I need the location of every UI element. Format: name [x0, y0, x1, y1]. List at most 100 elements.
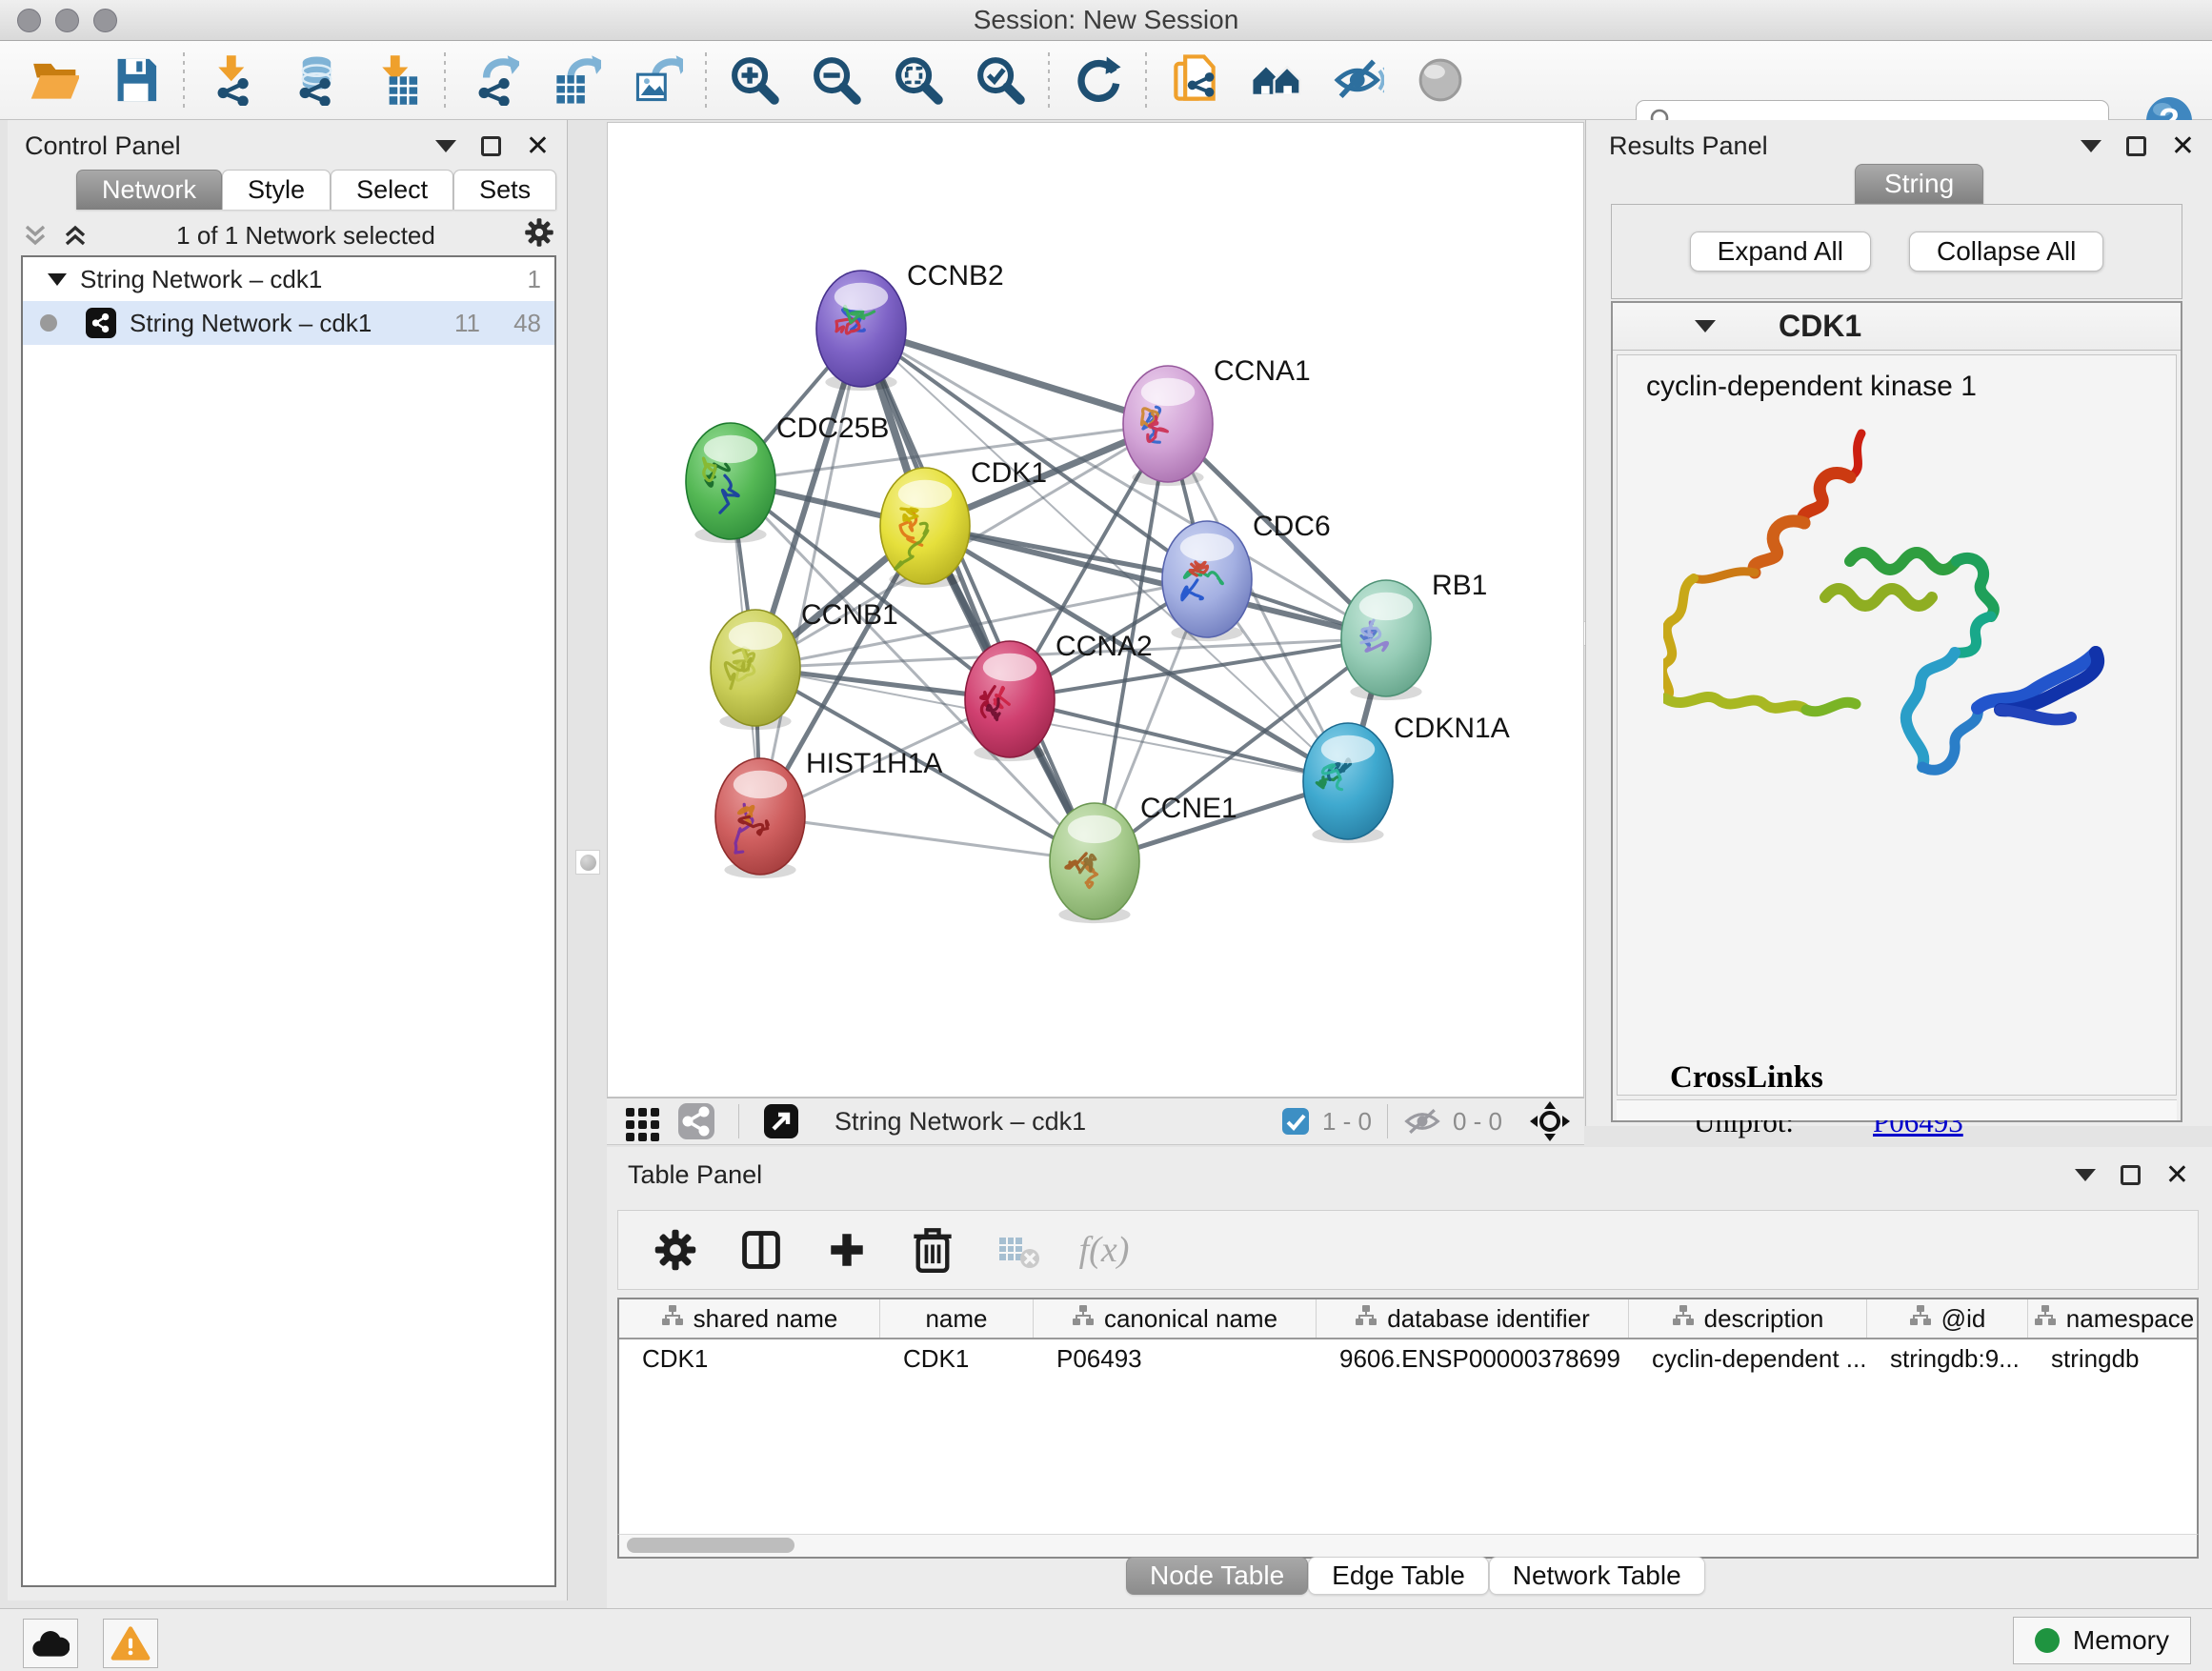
table-hscrollbar-thumb[interactable] [627, 1538, 794, 1553]
table-row[interactable]: CDK1CDK1P064939606.ENSP00000378699cyclin… [619, 1339, 2197, 1378]
table-hscrollbar[interactable] [617, 1534, 2199, 1559]
fit-content-icon[interactable] [1523, 1095, 1577, 1148]
edge-CCNB2-CCNA1[interactable] [861, 329, 1168, 424]
zoom-window-icon[interactable] [93, 9, 117, 32]
open-in-new-window-icon[interactable] [754, 1095, 808, 1148]
refresh-view-button[interactable] [1069, 51, 1126, 109]
grid-view-icon[interactable] [616, 1095, 670, 1148]
toolbar-separator [1048, 52, 1050, 108]
cell-shared-name[interactable]: CDK1 [619, 1339, 880, 1378]
tab-node-table[interactable]: Node Table [1126, 1557, 1308, 1595]
node-RB1[interactable]: RB1 [1341, 570, 1487, 700]
tab-network[interactable]: Network [76, 170, 222, 210]
node-HIST1H1A[interactable]: HIST1H1A [715, 748, 942, 878]
tab-select[interactable]: Select [331, 170, 453, 210]
column-header-name[interactable]: name [880, 1299, 1034, 1338]
table-menu-icon[interactable] [2075, 1169, 2096, 1181]
gene-section: CDK1 cyclin-dependent kinase 1 [1611, 301, 2182, 1122]
zoom-in-button[interactable] [726, 51, 783, 109]
import-database-button[interactable] [286, 51, 343, 109]
cell-namespace[interactable]: stringdb [2028, 1339, 2199, 1378]
network-row[interactable]: String Network – cdk1 11 48 [23, 301, 554, 345]
open-session-button[interactable] [25, 51, 82, 109]
tab-style[interactable]: Style [222, 170, 331, 210]
column-header-shared-name[interactable]: shared name [619, 1299, 880, 1338]
table-close-icon[interactable]: ✕ [2165, 1161, 2189, 1190]
cloud-button[interactable] [23, 1619, 78, 1668]
show-eye-button[interactable] [1412, 51, 1469, 109]
collapse-all-button[interactable]: Collapse All [1909, 232, 2103, 272]
cell-database-identifier[interactable]: 9606.ENSP00000378699 [1317, 1339, 1629, 1378]
column-header-namespace[interactable]: namespace [2028, 1299, 2199, 1338]
add-column-button[interactable] [820, 1223, 874, 1277]
edge-CCNA2-CDKN1A[interactable] [1010, 699, 1348, 781]
cell-canonical-name[interactable]: P06493 [1034, 1339, 1317, 1378]
network-view-canvas[interactable]: CCNB2 CCNA1 CDC25B CDK1 CDC6 [607, 122, 1584, 1097]
tab-sets[interactable]: Sets [453, 170, 556, 210]
export-table-button[interactable] [547, 51, 604, 109]
table-settings-button[interactable] [649, 1223, 702, 1277]
hide-glasses-icon [1333, 54, 1384, 106]
zoom-out-button[interactable] [808, 51, 865, 109]
column-header-description[interactable]: description [1629, 1299, 1867, 1338]
control-panel-header: Control Panel ✕ [8, 120, 567, 161]
column-header--id[interactable]: @id [1867, 1299, 2028, 1338]
export-image-button[interactable] [629, 51, 686, 109]
zoom-selected-button[interactable] [972, 51, 1029, 109]
float-panel-icon[interactable] [481, 136, 501, 156]
node-CCNB2[interactable]: CCNB2 [816, 260, 1004, 391]
results-close-icon[interactable]: ✕ [2171, 132, 2195, 161]
memory-button[interactable]: Memory [2013, 1617, 2191, 1664]
column-header-database-identifier[interactable]: database identifier [1317, 1299, 1629, 1338]
results-menu-icon[interactable] [2081, 140, 2101, 152]
show-columns-button[interactable] [734, 1223, 788, 1277]
close-window-icon[interactable] [17, 9, 41, 32]
results-scroll-strip[interactable] [1617, 1099, 2177, 1120]
tab-string[interactable]: String [1855, 164, 1983, 204]
table-float-icon[interactable] [2121, 1165, 2141, 1185]
gene-section-header[interactable]: CDK1 [1613, 303, 2181, 351]
warnings-button[interactable] [103, 1619, 158, 1668]
save-session-button[interactable] [107, 51, 164, 109]
table-tabs: Node TableEdge TableNetwork Table [1126, 1557, 1705, 1595]
results-float-icon[interactable] [2126, 136, 2146, 156]
clone-network-button[interactable] [1166, 51, 1223, 109]
network-options-gear-icon[interactable] [522, 215, 556, 256]
collapse-all-icon[interactable] [21, 221, 50, 250]
edge-HIST1H1A-CCNE1[interactable] [760, 816, 1095, 861]
minimize-window-icon[interactable] [55, 9, 79, 32]
node-table[interactable]: shared namenamecanonical namedatabase id… [617, 1298, 2199, 1534]
close-panel-icon[interactable]: ✕ [526, 132, 550, 161]
home-networks-button[interactable] [1248, 51, 1305, 109]
node-CCNA2[interactable]: CCNA2 [965, 631, 1153, 761]
node-CCNE1[interactable]: CCNE1 [1050, 793, 1237, 923]
node-CCNA1[interactable]: CCNA1 [1123, 355, 1311, 486]
network-share-view-icon[interactable] [670, 1095, 723, 1148]
expand-all-icon[interactable] [61, 221, 90, 250]
network-collection-row[interactable]: String Network – cdk1 1 [23, 257, 554, 301]
tab-edge-table[interactable]: Edge Table [1308, 1557, 1489, 1595]
import-network-button[interactable] [204, 51, 261, 109]
zoom-fit-button[interactable] [890, 51, 947, 109]
expand-all-button[interactable]: Expand All [1690, 232, 1871, 272]
cell-name[interactable]: CDK1 [880, 1339, 1034, 1378]
gene-disclosure-icon[interactable] [1695, 320, 1716, 332]
column-header-canonical-name[interactable]: canonical name [1034, 1299, 1317, 1338]
tab-network-table[interactable]: Network Table [1489, 1557, 1705, 1595]
selected-checkbox-icon[interactable] [1280, 1106, 1311, 1137]
collection-disclosure-icon[interactable] [48, 273, 67, 286]
edge-CCNB2-CCNE1[interactable] [861, 329, 1095, 861]
left-splitter-handle[interactable] [575, 850, 600, 875]
cell--id[interactable]: stringdb:9... [1867, 1339, 2028, 1378]
memory-status-icon [2035, 1628, 2060, 1653]
hide-glasses-button[interactable] [1330, 51, 1387, 109]
export-network-button[interactable] [465, 51, 522, 109]
delete-column-button[interactable] [906, 1223, 959, 1277]
node-CDKN1A[interactable]: CDKN1A [1303, 713, 1510, 843]
panel-menu-icon[interactable] [435, 140, 456, 152]
node-CDC6[interactable]: CDC6 [1162, 511, 1331, 641]
network-graph[interactable]: CCNB2 CCNA1 CDC25B CDK1 CDC6 [608, 123, 1583, 1097]
node-CDK1[interactable]: CDK1 [880, 457, 1047, 588]
import-table-button[interactable] [368, 51, 425, 109]
cell-description[interactable]: cyclin-dependent ... [1629, 1339, 1867, 1378]
